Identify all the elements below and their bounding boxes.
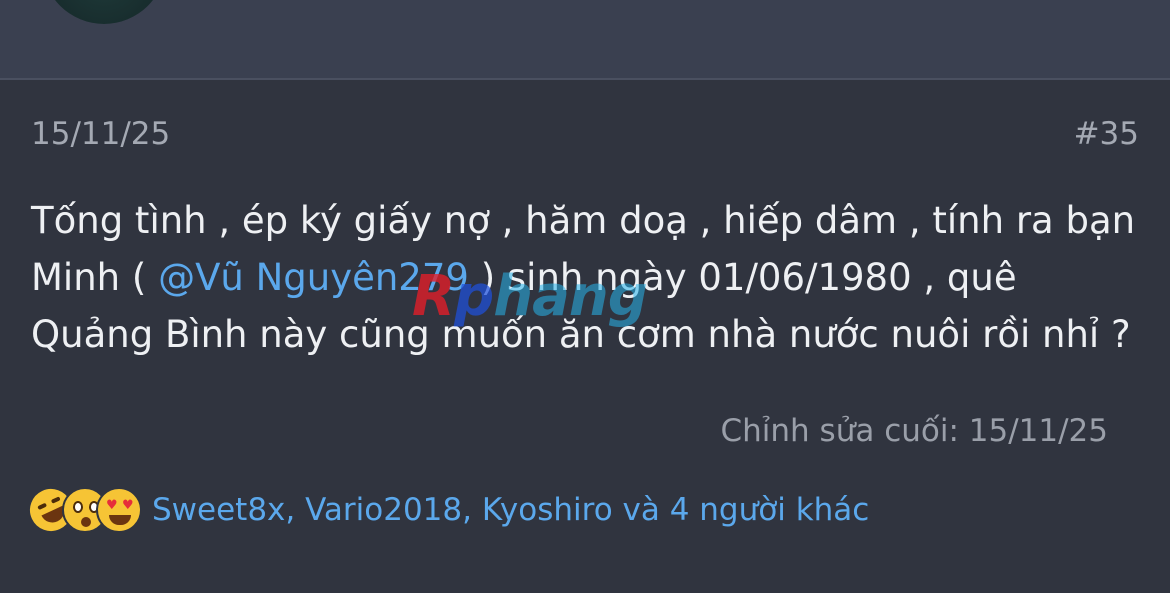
reaction-users-link[interactable]: Sweet8x, Vario2018, Kyoshiro và 4 người … (152, 492, 869, 528)
post-body: Tống tình , ép ký giấy nợ , hăm doạ , hi… (31, 192, 1141, 363)
post-date[interactable]: 15/11/25 (31, 116, 170, 152)
post-number-link[interactable]: #35 (1074, 116, 1139, 152)
previous-post-footer (0, 0, 1170, 80)
avatar[interactable] (42, 0, 166, 24)
heart-eyes-icon: ♥ ♥ (96, 487, 142, 533)
forum-post: 15/11/25 #35 Tống tình , ép ký giấy nợ ,… (0, 80, 1170, 593)
user-mention-link[interactable]: @Vũ Nguyên279 (158, 256, 469, 299)
reaction-bar[interactable]: ♥ ♥ Sweet8x, Vario2018, Kyoshiro và 4 ngư… (20, 479, 869, 541)
last-edited-label: Chỉnh sửa cuối: 15/11/25 (720, 413, 1109, 449)
